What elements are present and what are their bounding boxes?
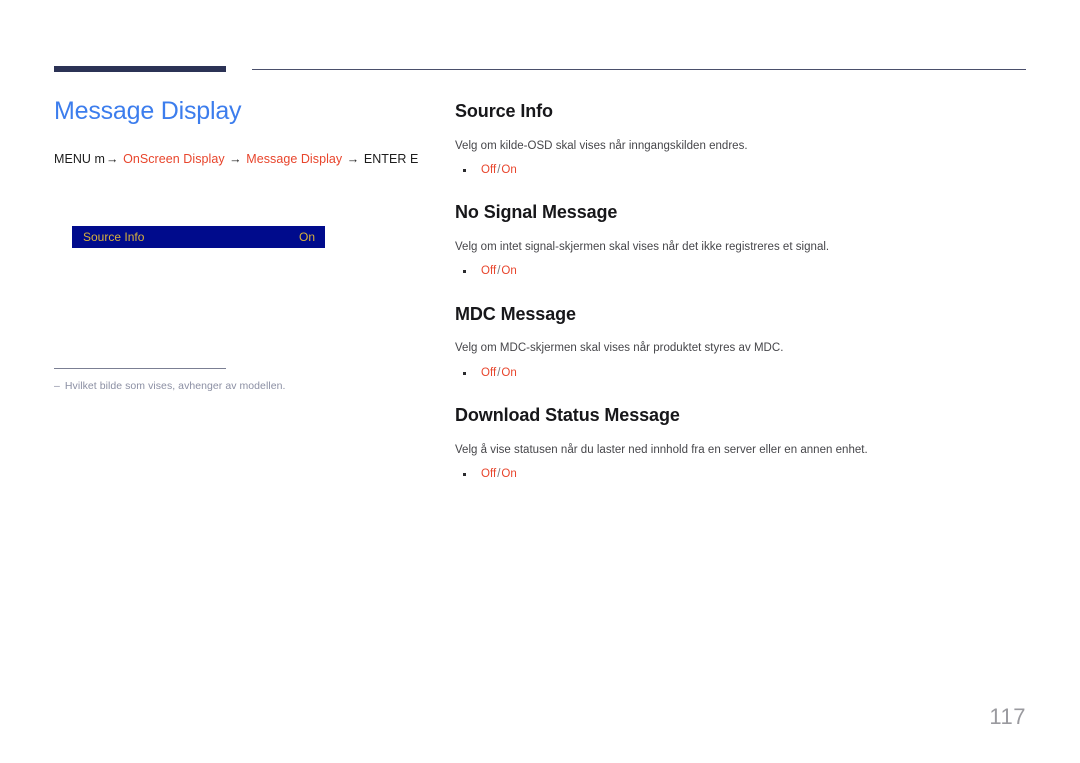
section-download-status-message: Download Status Message Velg å vise stat… (455, 404, 1030, 481)
option-list-item: Off/On (455, 264, 1030, 278)
section-title: No Signal Message (455, 202, 618, 223)
footnote: – Hvilket bilde som vises, avhenger av mo… (54, 380, 414, 392)
page-title: Message Display (54, 97, 242, 125)
section-description: Velg om intet signal-skjermen skal vises… (455, 240, 830, 253)
section-title: Source Info (455, 101, 553, 121)
option-on[interactable]: On (501, 367, 516, 379)
section-title: Download Status Message (455, 405, 680, 426)
option-values: Off/On (481, 163, 517, 177)
option-values: Off/On (481, 467, 517, 481)
option-values: Off/On (481, 264, 517, 278)
left-column: Message Display MENU m→ OnScreen Display… (54, 96, 418, 166)
option-off[interactable]: Off (481, 265, 496, 277)
option-on[interactable]: On (501, 468, 516, 480)
header-rule-accent (54, 66, 226, 72)
breadcrumb: MENU m→ OnScreen Display → Message Displ… (54, 152, 418, 166)
right-column: Source Info Velg om kilde-OSD skal vises… (455, 100, 1030, 482)
breadcrumb-arrow-1: → (106, 152, 119, 166)
bullet-icon (463, 169, 466, 173)
section-source-info: Source Info Velg om kilde-OSD skal vises… (455, 100, 1030, 177)
breadcrumb-item-onscreen-display[interactable]: OnScreen Display (123, 152, 225, 166)
manual-page: Message Display MENU m→ OnScreen Display… (0, 0, 1080, 763)
bullet-icon (463, 270, 466, 274)
bullet-icon (463, 371, 466, 375)
section-description: Velg om kilde-OSD skal vises når inngang… (455, 139, 748, 152)
footnote-block: – Hvilket bilde som vises, avhenger av mo… (54, 368, 414, 392)
option-list-item: Off/On (455, 467, 1030, 481)
footnote-divider (54, 368, 226, 369)
breadcrumb-arrow-3: → (346, 152, 360, 166)
breadcrumb-item-message-display[interactable]: Message Display (246, 152, 342, 166)
page-number: 117 (989, 704, 1026, 729)
option-on[interactable]: On (501, 164, 516, 176)
osd-preview-value: On (298, 230, 315, 244)
section-description: Velg å vise statusen når du laster ned i… (455, 443, 868, 456)
header-rule-line (252, 69, 1026, 70)
option-off[interactable]: Off (481, 164, 496, 176)
option-on[interactable]: On (501, 265, 516, 277)
option-off[interactable]: Off (481, 468, 496, 480)
bullet-icon (463, 473, 466, 477)
footnote-dash: – (54, 380, 60, 392)
section-mdc-message: MDC Message Velg om MDC-skjermen skal vi… (455, 303, 1030, 380)
section-description: Velg om MDC-skjermen skal vises når prod… (455, 342, 784, 355)
option-list-item: Off/On (455, 163, 1030, 177)
osd-preview-source-info[interactable]: Source Info On (72, 226, 325, 248)
option-off[interactable]: Off (481, 367, 496, 379)
osd-preview-label: Source Info (83, 230, 145, 244)
option-values: Off/On (481, 366, 517, 380)
section-no-signal-message: No Signal Message Velg om intet signal-s… (455, 201, 1030, 278)
breadcrumb-prefix: MENU m (54, 152, 105, 166)
section-title: MDC Message (455, 303, 576, 324)
footnote-text: Hvilket bilde som vises, avhenger av mod… (64, 380, 286, 392)
option-list-item: Off/On (455, 366, 1030, 380)
breadcrumb-suffix: ENTER E (363, 152, 419, 166)
breadcrumb-arrow-2: → (229, 152, 242, 166)
